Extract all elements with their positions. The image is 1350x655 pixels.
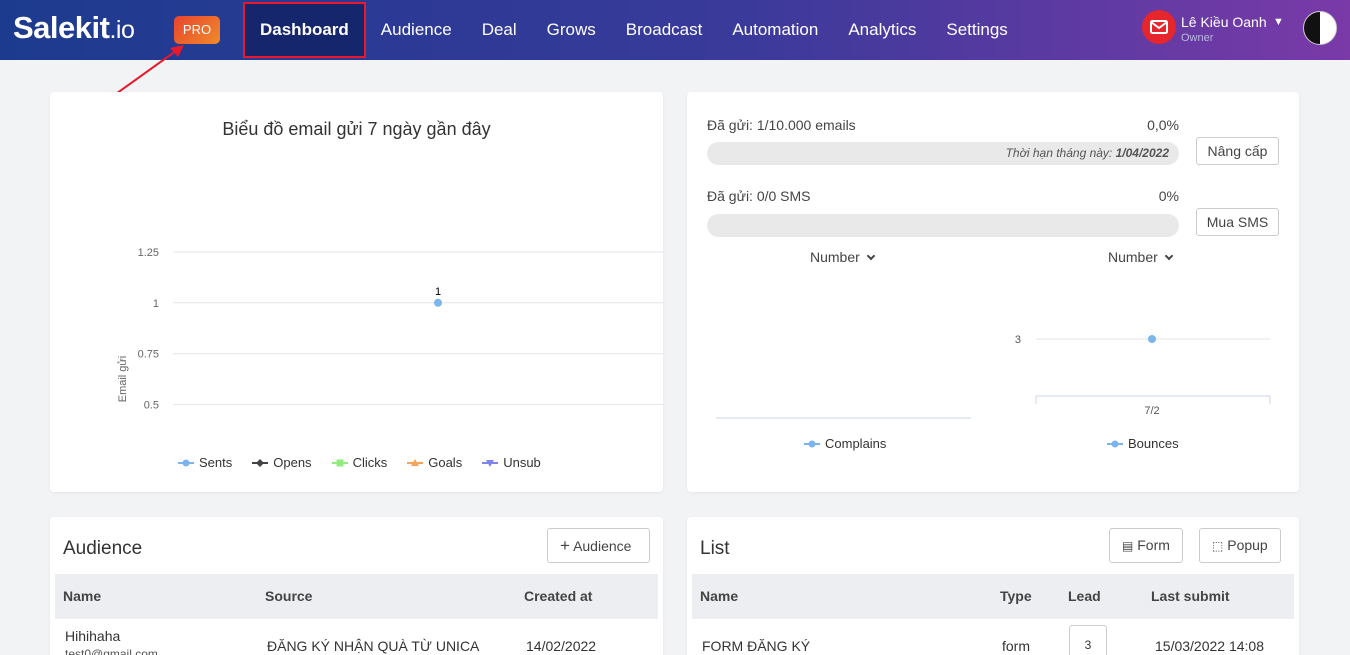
- plus-icon: +: [560, 536, 570, 555]
- user-name: Lê Kiều Oanh: [1181, 14, 1267, 30]
- nav-dashboard[interactable]: Dashboard: [243, 2, 366, 58]
- col-type[interactable]: Type: [992, 574, 1060, 619]
- bounces-point: [1148, 335, 1156, 343]
- legend-marker: [178, 459, 194, 466]
- theme-toggle-icon[interactable]: [1303, 11, 1337, 45]
- audience-card: Audience + Audience Name Source Created …: [50, 517, 663, 655]
- popup-button[interactable]: ⬚ Popup: [1199, 528, 1281, 563]
- legend-label: Opens: [273, 455, 312, 470]
- col-name[interactable]: Name: [55, 574, 257, 619]
- form-icon: ▤: [1122, 539, 1134, 553]
- col-source[interactable]: Source: [257, 574, 516, 619]
- audience-source: ĐĂNG KÝ NHẬN QUÀ TỪ UNICA: [267, 638, 480, 654]
- legend-marker: [407, 458, 424, 466]
- list-last-submit: 15/03/2022 14:08: [1155, 638, 1264, 654]
- salekit-logo[interactable]: Salekit.io: [13, 10, 135, 46]
- col-lead[interactable]: Lead: [1060, 574, 1143, 619]
- legend-label: Goals: [428, 455, 463, 470]
- y-tick-label: 1.25: [138, 247, 159, 259]
- list-title: List: [700, 538, 730, 559]
- y-tick-label: 0.5: [144, 399, 159, 411]
- bounces-xtick: 7/2: [1144, 405, 1159, 417]
- nav-settings[interactable]: Settings: [931, 0, 1022, 60]
- user-role: Owner: [1181, 32, 1214, 44]
- legend-marker: [482, 459, 499, 467]
- col-name[interactable]: Name: [692, 574, 992, 619]
- nav-analytics[interactable]: Analytics: [833, 0, 931, 60]
- bounces-legend[interactable]: Bounces: [1107, 436, 1179, 451]
- audience-created: 14/02/2022: [526, 638, 597, 654]
- list-card: List ▤ Form ⬚ Popup Name Type Lead Last …: [687, 517, 1299, 655]
- bounces-ytick: 3: [1015, 334, 1021, 346]
- audience-title: Audience: [63, 538, 143, 559]
- pro-badge: PRO: [174, 16, 220, 44]
- popup-icon: ⬚: [1212, 539, 1224, 553]
- audience-name[interactable]: Hihihaha: [65, 628, 257, 644]
- list-name[interactable]: FORM ĐĂNG KÝ: [692, 619, 992, 655]
- list-table-header: Name Type Lead Last submit: [692, 574, 1294, 619]
- nav-grows[interactable]: Grows: [532, 0, 611, 60]
- point-sents: [434, 298, 442, 307]
- complains-legend[interactable]: Complains: [804, 436, 886, 451]
- email-chart-card: Biểu đồ email gửi 7 ngày gần đây 00.250.…: [50, 92, 663, 492]
- legend-label: Sents: [199, 455, 233, 470]
- top-navbar: Salekit.io PRO Dashboard Audience Deal G…: [0, 0, 1350, 60]
- table-row[interactable]: FORM ĐĂNG KÝ form 3 15/03/2022 14:08: [692, 619, 1294, 655]
- form-button[interactable]: ▤ Form: [1109, 528, 1183, 563]
- table-row[interactable]: Hihihaha test0@gmail.com ĐĂNG KÝ NHẬN QU…: [55, 619, 658, 655]
- legend-item-unsub[interactable]: Unsub: [482, 455, 541, 470]
- usage-stats-card: Đã gửi: 1/10.000 emails 0,0% Thời hạn th…: [687, 92, 1299, 492]
- legend-item-clicks[interactable]: Clicks: [331, 455, 388, 470]
- add-audience-button[interactable]: + Audience: [547, 528, 650, 563]
- col-created-at[interactable]: Created at: [516, 574, 658, 619]
- nav-automation[interactable]: Automation: [717, 0, 833, 60]
- legend-marker: [804, 440, 820, 447]
- nav-broadcast[interactable]: Broadcast: [611, 0, 718, 60]
- mail-icon: [1142, 10, 1176, 44]
- nav-audience[interactable]: Audience: [366, 0, 467, 60]
- email-line-chart: 00.250.50.7511.25Email gửi15/0310: [117, 247, 663, 411]
- col-last-submit[interactable]: Last submit: [1143, 574, 1294, 619]
- chart-legend: Sents Opens Clicks Goals Unsub: [178, 455, 541, 470]
- legend-marker: [331, 459, 348, 466]
- audience-email: test0@gmail.com: [65, 647, 158, 655]
- audience-table-header: Name Source Created at: [55, 574, 658, 619]
- legend-item-goals[interactable]: Goals: [407, 455, 462, 470]
- legend-item-opens[interactable]: Opens: [252, 455, 312, 470]
- nav-deal[interactable]: Deal: [467, 0, 532, 60]
- lead-count[interactable]: 3: [1069, 625, 1107, 655]
- legend-label: Unsub: [503, 455, 541, 470]
- legend-marker: [252, 458, 269, 467]
- data-label: 1: [435, 286, 441, 298]
- legend-label: Clicks: [352, 455, 388, 470]
- mini-charts: 3 7/2: [716, 334, 1271, 419]
- legend-marker: [1107, 440, 1123, 447]
- y-tick-label: 0.75: [138, 349, 159, 361]
- main-nav: Dashboard Audience Deal Grows Broadcast …: [243, 0, 1023, 60]
- y-axis-label: Email gửi: [117, 356, 129, 403]
- legend-item-sents[interactable]: Sents: [178, 455, 232, 470]
- caret-down-icon: ▼: [1273, 16, 1284, 28]
- y-tick-label: 1: [153, 298, 159, 310]
- list-type: form: [1002, 638, 1030, 654]
